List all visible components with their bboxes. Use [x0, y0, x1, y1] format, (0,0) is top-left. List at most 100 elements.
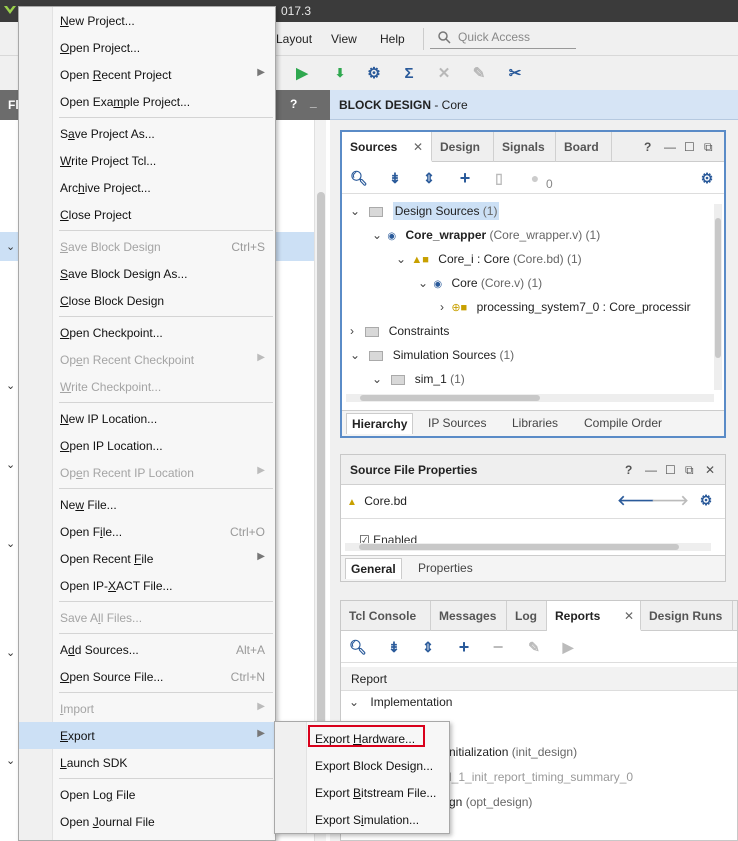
chevron-down-icon[interactable]: ⌄	[6, 379, 15, 392]
tab-properties[interactable]: Properties	[418, 561, 473, 575]
collapse-all-icon[interactable]: ⇟	[386, 169, 404, 187]
menu-item-open-example-project[interactable]: Open Example Project...	[53, 88, 275, 115]
tab-libraries[interactable]: Libraries	[512, 416, 558, 430]
chevron-right-icon[interactable]: ›	[440, 300, 444, 314]
menu-item-save-block-design-as[interactable]: Save Block Design As...	[53, 260, 275, 287]
submenu-item-export-simulation[interactable]: Export Simulation...	[307, 806, 449, 833]
back-arrow-icon[interactable]: 🡐	[617, 491, 655, 509]
expand-all-icon[interactable]: ⇕	[420, 169, 438, 187]
menu-item-archive-project[interactable]: Archive Project...	[53, 174, 275, 201]
chevron-down-icon[interactable]: ⌄	[350, 204, 360, 218]
chevron-down-icon[interactable]: ⌄	[6, 537, 15, 550]
minimize-icon[interactable]: _	[310, 95, 317, 109]
settings-gear-icon[interactable]: ⚙	[364, 63, 384, 83]
float-icon[interactable]: ⧉	[685, 463, 694, 478]
menu-item-add-sources[interactable]: Add Sources... Alt+A	[53, 636, 275, 663]
collapse-all-icon[interactable]: ⇟	[385, 638, 403, 656]
menu-item-save-project-as[interactable]: Save Project As...	[53, 120, 275, 147]
tab-hierarchy[interactable]: Hierarchy	[346, 413, 414, 434]
menu-layout[interactable]: Layout	[276, 32, 312, 46]
chevron-down-icon[interactable]: ⌄	[6, 646, 15, 659]
tab-general[interactable]: General	[345, 558, 402, 579]
expand-all-icon[interactable]: ⇕	[419, 638, 437, 656]
tree-row-core[interactable]: ⌄ ◉ Core (Core.v) (1)	[418, 276, 542, 298]
menu-item-new-ip-location[interactable]: New IP Location...	[53, 405, 275, 432]
add-sources-icon[interactable]: +	[456, 168, 474, 188]
menu-item-close-project[interactable]: Close Project	[53, 201, 275, 228]
maximize-icon[interactable]: ☐	[684, 140, 695, 154]
tab-board[interactable]: Board	[556, 132, 612, 162]
menu-item-open-ip-location[interactable]: Open IP Location...	[53, 432, 275, 459]
chevron-down-icon[interactable]: ⌄	[6, 458, 15, 471]
tree-row-design-sources[interactable]: ⌄ Design Sources (1)	[350, 202, 500, 226]
menu-item-new-file[interactable]: New File...	[53, 491, 275, 518]
menu-item-open-source-file[interactable]: Open Source File... Ctrl+N	[53, 663, 275, 690]
tree-row-simulation-sources[interactable]: ⌄ Simulation Sources (1)	[350, 348, 514, 370]
debug-tool-icon[interactable]: ✂	[505, 63, 525, 83]
search-icon[interactable]: 🔍︎	[350, 169, 368, 187]
tab-reports[interactable]: Reports ✕	[547, 601, 641, 631]
menu-item-open-recent-project[interactable]: Open Recent Project ▶	[53, 61, 275, 88]
menu-item-launch-sdk[interactable]: Launch SDK	[53, 749, 275, 776]
tab-messages[interactable]: Messages	[431, 601, 507, 631]
tree-row-core-wrapper[interactable]: ⌄ ◉ Core_wrapper (Core_wrapper.v) (1)	[372, 228, 600, 250]
tab-sources[interactable]: Sources ✕	[342, 132, 432, 162]
help-icon[interactable]: ?	[644, 140, 651, 154]
tab-compile-order[interactable]: Compile Order	[584, 416, 662, 430]
tree-horizontal-scrollbar[interactable]	[346, 394, 714, 402]
tab-log[interactable]: Log	[507, 601, 547, 631]
float-icon[interactable]: ⧉	[704, 140, 713, 155]
settings-gear-icon[interactable]: ⚙	[697, 491, 715, 509]
tree-row-core-i[interactable]: ⌄ ▲■ Core_i : Core (Core.bd) (1)	[396, 252, 582, 274]
submenu-item-export-bitstream-file[interactable]: Export Bitstream File...	[307, 779, 449, 806]
menu-view[interactable]: View	[331, 32, 357, 46]
run-implementation-icon[interactable]: ⬇	[330, 63, 350, 83]
chevron-down-icon[interactable]: ⌄	[396, 252, 406, 266]
chevron-down-icon[interactable]: ⌄	[349, 695, 359, 709]
tree-row-processing-system[interactable]: › ⊕■ processing_system7_0 : Core_process…	[440, 300, 691, 322]
menu-item-open-recent-file[interactable]: Open Recent File ▶	[53, 545, 275, 572]
menu-item-open-checkpoint[interactable]: Open Checkpoint...	[53, 319, 275, 346]
chevron-down-icon[interactable]: ⌄	[372, 372, 382, 386]
tab-signals[interactable]: Signals	[494, 132, 556, 162]
chevron-down-icon[interactable]: ⌄	[6, 754, 15, 767]
report-row-init-design[interactable]: nitialization (init_design)	[449, 745, 577, 767]
tab-tcl-console[interactable]: Tcl Console	[341, 601, 431, 631]
tree-row-constraints[interactable]: › Constraints	[350, 324, 449, 346]
close-icon[interactable]: ✕	[413, 140, 423, 154]
add-icon[interactable]: +	[455, 637, 473, 657]
menu-item-write-project-tcl[interactable]: Write Project Tcl...	[53, 147, 275, 174]
menu-help[interactable]: Help	[380, 32, 405, 46]
chevron-right-icon[interactable]: ›	[350, 324, 354, 338]
menu-item-open-file[interactable]: Open File... Ctrl+O	[53, 518, 275, 545]
search-icon[interactable]: 🔍︎	[349, 638, 367, 656]
menu-item-open-journal-file[interactable]: Open Journal File	[53, 808, 275, 835]
chevron-down-icon[interactable]: ⌄	[350, 348, 360, 362]
quick-access-field[interactable]: Quick Access	[430, 27, 576, 49]
tree-row-sim-1[interactable]: ⌄ sim_1 (1)	[372, 372, 465, 394]
settings-gear-icon[interactable]: ⚙	[698, 169, 716, 187]
help-icon[interactable]: ?	[290, 97, 297, 111]
help-icon[interactable]: ?	[625, 463, 632, 477]
chevron-down-icon[interactable]: ⌄	[372, 228, 382, 242]
close-icon[interactable]: ✕	[705, 463, 715, 477]
property-scrollbar[interactable]	[345, 543, 711, 551]
scrollbar-thumb[interactable]	[317, 192, 325, 752]
chevron-down-icon[interactable]: ⌄	[6, 240, 15, 253]
minimize-icon[interactable]: —	[664, 140, 676, 154]
chevron-down-icon[interactable]: ⌄	[418, 276, 428, 290]
tab-design[interactable]: Design	[432, 132, 494, 162]
sigma-icon[interactable]: Σ	[399, 63, 419, 83]
report-row-opt-design[interactable]: gn (opt_design)	[449, 795, 532, 817]
menu-item-export[interactable]: Export ▶	[19, 722, 275, 749]
tree-vertical-scrollbar[interactable]	[714, 204, 722, 390]
submenu-item-export-block-design[interactable]: Export Block Design...	[307, 752, 449, 779]
tab-design-runs[interactable]: Design Runs	[641, 601, 733, 631]
menu-item-open-log-file[interactable]: Open Log File	[53, 781, 275, 808]
close-icon[interactable]: ✕	[624, 609, 634, 623]
minimize-icon[interactable]: —	[645, 463, 657, 477]
menu-item-new-project[interactable]: New Project...	[53, 7, 275, 34]
maximize-icon[interactable]: ☐	[665, 463, 676, 477]
run-icon[interactable]: ▶	[292, 63, 312, 83]
tab-ip-sources[interactable]: IP Sources	[428, 416, 486, 430]
